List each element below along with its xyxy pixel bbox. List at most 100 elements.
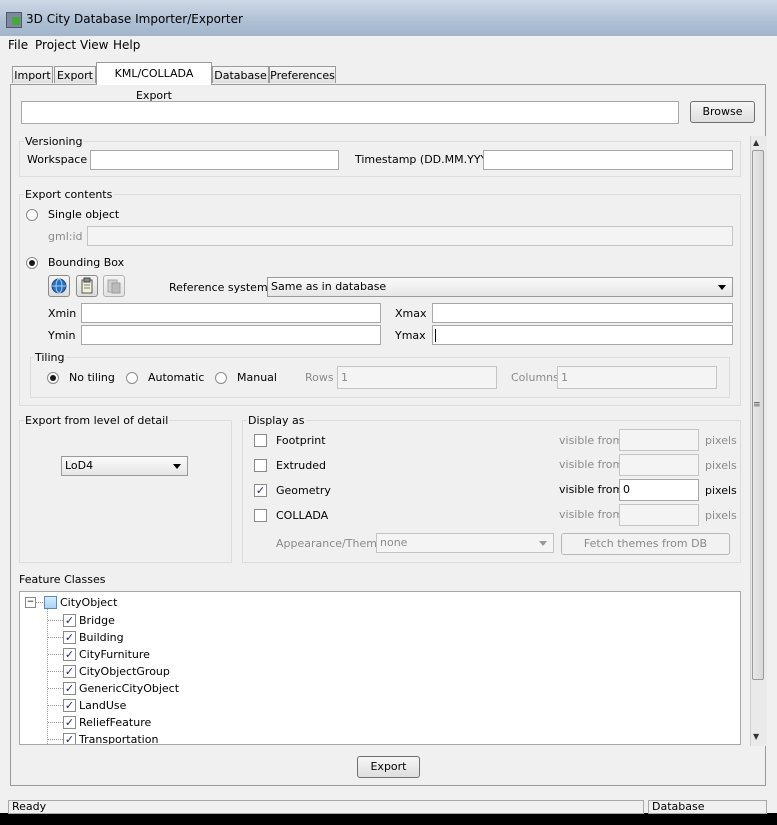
footprint-visible-input[interactable] <box>619 429 699 451</box>
single-object-radio[interactable] <box>26 209 38 221</box>
manual-radio[interactable] <box>215 372 227 384</box>
map-select-button[interactable] <box>48 275 70 297</box>
lod-title: Export from level of detail <box>24 414 170 427</box>
building-checkbox[interactable]: ✓ <box>63 631 76 644</box>
single-object-label: Single object <box>48 208 120 221</box>
xmax-input[interactable] <box>432 303 733 323</box>
no-tiling-radio[interactable] <box>47 372 59 384</box>
ymax-input[interactable] <box>432 325 733 345</box>
appearance-select[interactable]: none <box>376 533 554 553</box>
workspace-input[interactable] <box>90 150 339 170</box>
menu-project[interactable]: Project <box>35 38 76 52</box>
database-status: Database disconnected <box>648 800 767 825</box>
copy-bbox-button[interactable] <box>76 275 98 297</box>
collada-label: COLLADA <box>276 509 329 522</box>
ymin-input[interactable] <box>81 325 381 345</box>
geometry-visible-input[interactable]: 0 <box>619 479 699 501</box>
lod-select[interactable]: LoD4 <box>61 456 188 476</box>
menu-help[interactable]: Help <box>113 38 140 52</box>
output-file-input[interactable] <box>21 101 679 124</box>
paste-icon <box>107 279 121 294</box>
collada-visible-label: visible from <box>559 508 624 521</box>
collada-visible-input[interactable] <box>619 504 699 526</box>
transportation-checkbox[interactable]: ✓ <box>63 733 76 744</box>
tree-item-label: GenericCityObject <box>79 682 180 695</box>
manual-label: Manual <box>237 371 277 384</box>
text-cursor <box>435 329 436 342</box>
appearance-value: none <box>380 536 408 549</box>
fetch-themes-button[interactable]: Fetch themes from DB <box>561 533 730 555</box>
relieffeature-checkbox[interactable]: ✓ <box>63 716 76 729</box>
ymin-label: Ymin <box>48 329 76 342</box>
extruded-visible-input[interactable] <box>619 454 699 476</box>
tree-item-label: CityFurniture <box>79 648 150 661</box>
paste-bbox-button[interactable] <box>103 275 125 297</box>
footprint-checkbox[interactable] <box>254 434 267 447</box>
menu-view[interactable]: View <box>80 38 108 52</box>
rows-input[interactable]: 1 <box>337 366 497 389</box>
extruded-checkbox[interactable] <box>254 459 267 472</box>
landuse-checkbox[interactable]: ✓ <box>63 699 76 712</box>
tree-item-label: ReliefFeature <box>79 716 152 729</box>
display-as-title: Display as <box>247 414 306 427</box>
globe-icon <box>51 278 67 294</box>
bounding-box-radio[interactable] <box>26 257 38 269</box>
reference-system-value: Same as in database <box>271 280 387 293</box>
timestamp-label: Timestamp (DD.MM.YYY) <box>355 153 492 166</box>
rows-label: Rows <box>305 371 334 384</box>
scroll-down-icon[interactable]: ▼ <box>753 732 759 741</box>
footprint-pixels-label: pixels <box>705 434 737 447</box>
clipboard-icon <box>81 277 93 294</box>
cityfurniture-checkbox[interactable]: ✓ <box>63 648 76 661</box>
reference-system-label: Reference system <box>169 281 268 294</box>
export-button[interactable]: Export <box>357 756 420 778</box>
gmlid-label: gml:id <box>48 230 83 243</box>
gmlid-input[interactable] <box>87 226 733 246</box>
appearance-label: Appearance/Theme <box>276 537 384 550</box>
timestamp-input[interactable] <box>483 150 733 170</box>
tree-item-label: Building <box>79 631 124 644</box>
geometry-label: Geometry <box>276 484 331 497</box>
cityobjectgroup-checkbox[interactable]: ✓ <box>63 665 76 678</box>
workspace-label: Workspace <box>27 153 88 166</box>
collada-pixels-label: pixels <box>705 509 737 522</box>
automatic-radio[interactable] <box>126 372 138 384</box>
xmin-input[interactable] <box>81 303 381 323</box>
automatic-label: Automatic <box>148 371 205 384</box>
tree-item-label: Transportation <box>79 733 159 745</box>
extruded-visible-label: visible from <box>559 458 624 471</box>
menu-file[interactable]: File <box>8 38 28 52</box>
tab-import[interactable]: Import <box>12 66 53 83</box>
tab-kml-collada-export[interactable]: KML/COLLADA Export <box>96 62 212 102</box>
tree-item-label: LandUse <box>79 699 127 712</box>
no-tiling-label: No tiling <box>69 371 115 384</box>
bounding-box-label: Bounding Box <box>48 256 125 269</box>
reference-system-select[interactable]: Same as in database <box>267 277 733 297</box>
status-message: Ready <box>8 800 644 814</box>
chevron-down-icon <box>539 541 547 546</box>
tree-item-label: CityObjectGroup <box>79 665 170 678</box>
genericcityobject-checkbox[interactable]: ✓ <box>63 682 76 695</box>
chevron-down-icon <box>718 285 726 290</box>
cityobject-checkbox[interactable] <box>44 596 57 609</box>
tab-preferences[interactable]: Preferences <box>269 66 336 83</box>
geometry-checkbox[interactable]: ✓ <box>254 484 267 497</box>
lod-group <box>19 420 232 563</box>
columns-label: Columns <box>511 371 559 384</box>
feature-classes-tree: − CityObject ✓ Bridge ✓ Building ✓ CityF… <box>19 591 741 745</box>
browse-button[interactable]: Browse <box>690 101 755 123</box>
bridge-checkbox[interactable]: ✓ <box>63 614 76 627</box>
tab-database[interactable]: Database <box>212 66 269 83</box>
tab-export[interactable]: Export <box>54 66 96 83</box>
collada-checkbox[interactable] <box>254 509 267 522</box>
scrollbar-thumb[interactable] <box>752 150 764 680</box>
versioning-title: Versioning <box>24 135 84 148</box>
export-contents-title: Export contents <box>24 188 114 201</box>
extruded-label: Extruded <box>276 459 326 472</box>
scroll-up-icon[interactable]: ▲ <box>753 138 759 147</box>
tree-connector <box>35 602 43 603</box>
lod-value: LoD4 <box>65 459 94 472</box>
ymax-label: Ymax <box>395 329 426 342</box>
columns-input[interactable]: 1 <box>557 366 717 389</box>
app-icon <box>6 12 22 28</box>
